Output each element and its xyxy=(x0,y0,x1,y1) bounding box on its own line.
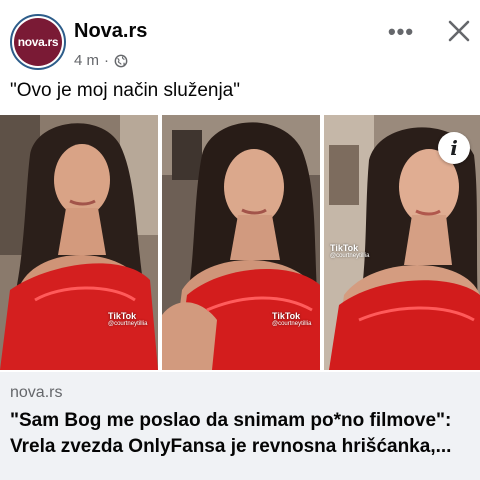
info-icon[interactable]: i xyxy=(438,132,470,164)
globe-icon xyxy=(114,54,128,67)
link-domain: nova.rs xyxy=(10,384,63,401)
page-avatar[interactable]: nova.rs xyxy=(10,14,66,70)
link-headline[interactable]: "Sam Bog me poslao da snimam po*no filmo… xyxy=(10,408,476,460)
close-icon[interactable] xyxy=(444,16,474,46)
post-header: nova.rs Nova.rs 4 m · ••• xyxy=(0,0,480,70)
avatar-logo-text: nova.rs xyxy=(14,18,62,66)
ellipsis-icon[interactable]: ••• xyxy=(386,19,416,44)
tiktok-watermark-2: TikTok @courtneytillia xyxy=(272,311,312,327)
post-meta: 4 m · xyxy=(74,52,128,69)
media-image-1[interactable]: TikTok @courtneytillia xyxy=(0,115,158,370)
post-timestamp[interactable]: 4 m xyxy=(74,52,99,69)
page-name-link[interactable]: Nova.rs xyxy=(74,20,147,43)
tiktok-watermark-1: TikTok @courtneytillia xyxy=(108,311,148,327)
media-image-2[interactable]: TikTok @courtneytillia xyxy=(162,115,320,370)
post-caption: "Ovo je moj način služenja" xyxy=(10,80,240,101)
meta-separator: · xyxy=(104,52,110,69)
link-preview-card[interactable]: nova.rs "Sam Bog me poslao da snimam po*… xyxy=(0,372,480,480)
tiktok-watermark-3: TikTok @courtneytillia xyxy=(330,243,370,259)
media-collage[interactable]: TikTok @courtneytillia TikTok @courtneyt… xyxy=(0,115,480,370)
